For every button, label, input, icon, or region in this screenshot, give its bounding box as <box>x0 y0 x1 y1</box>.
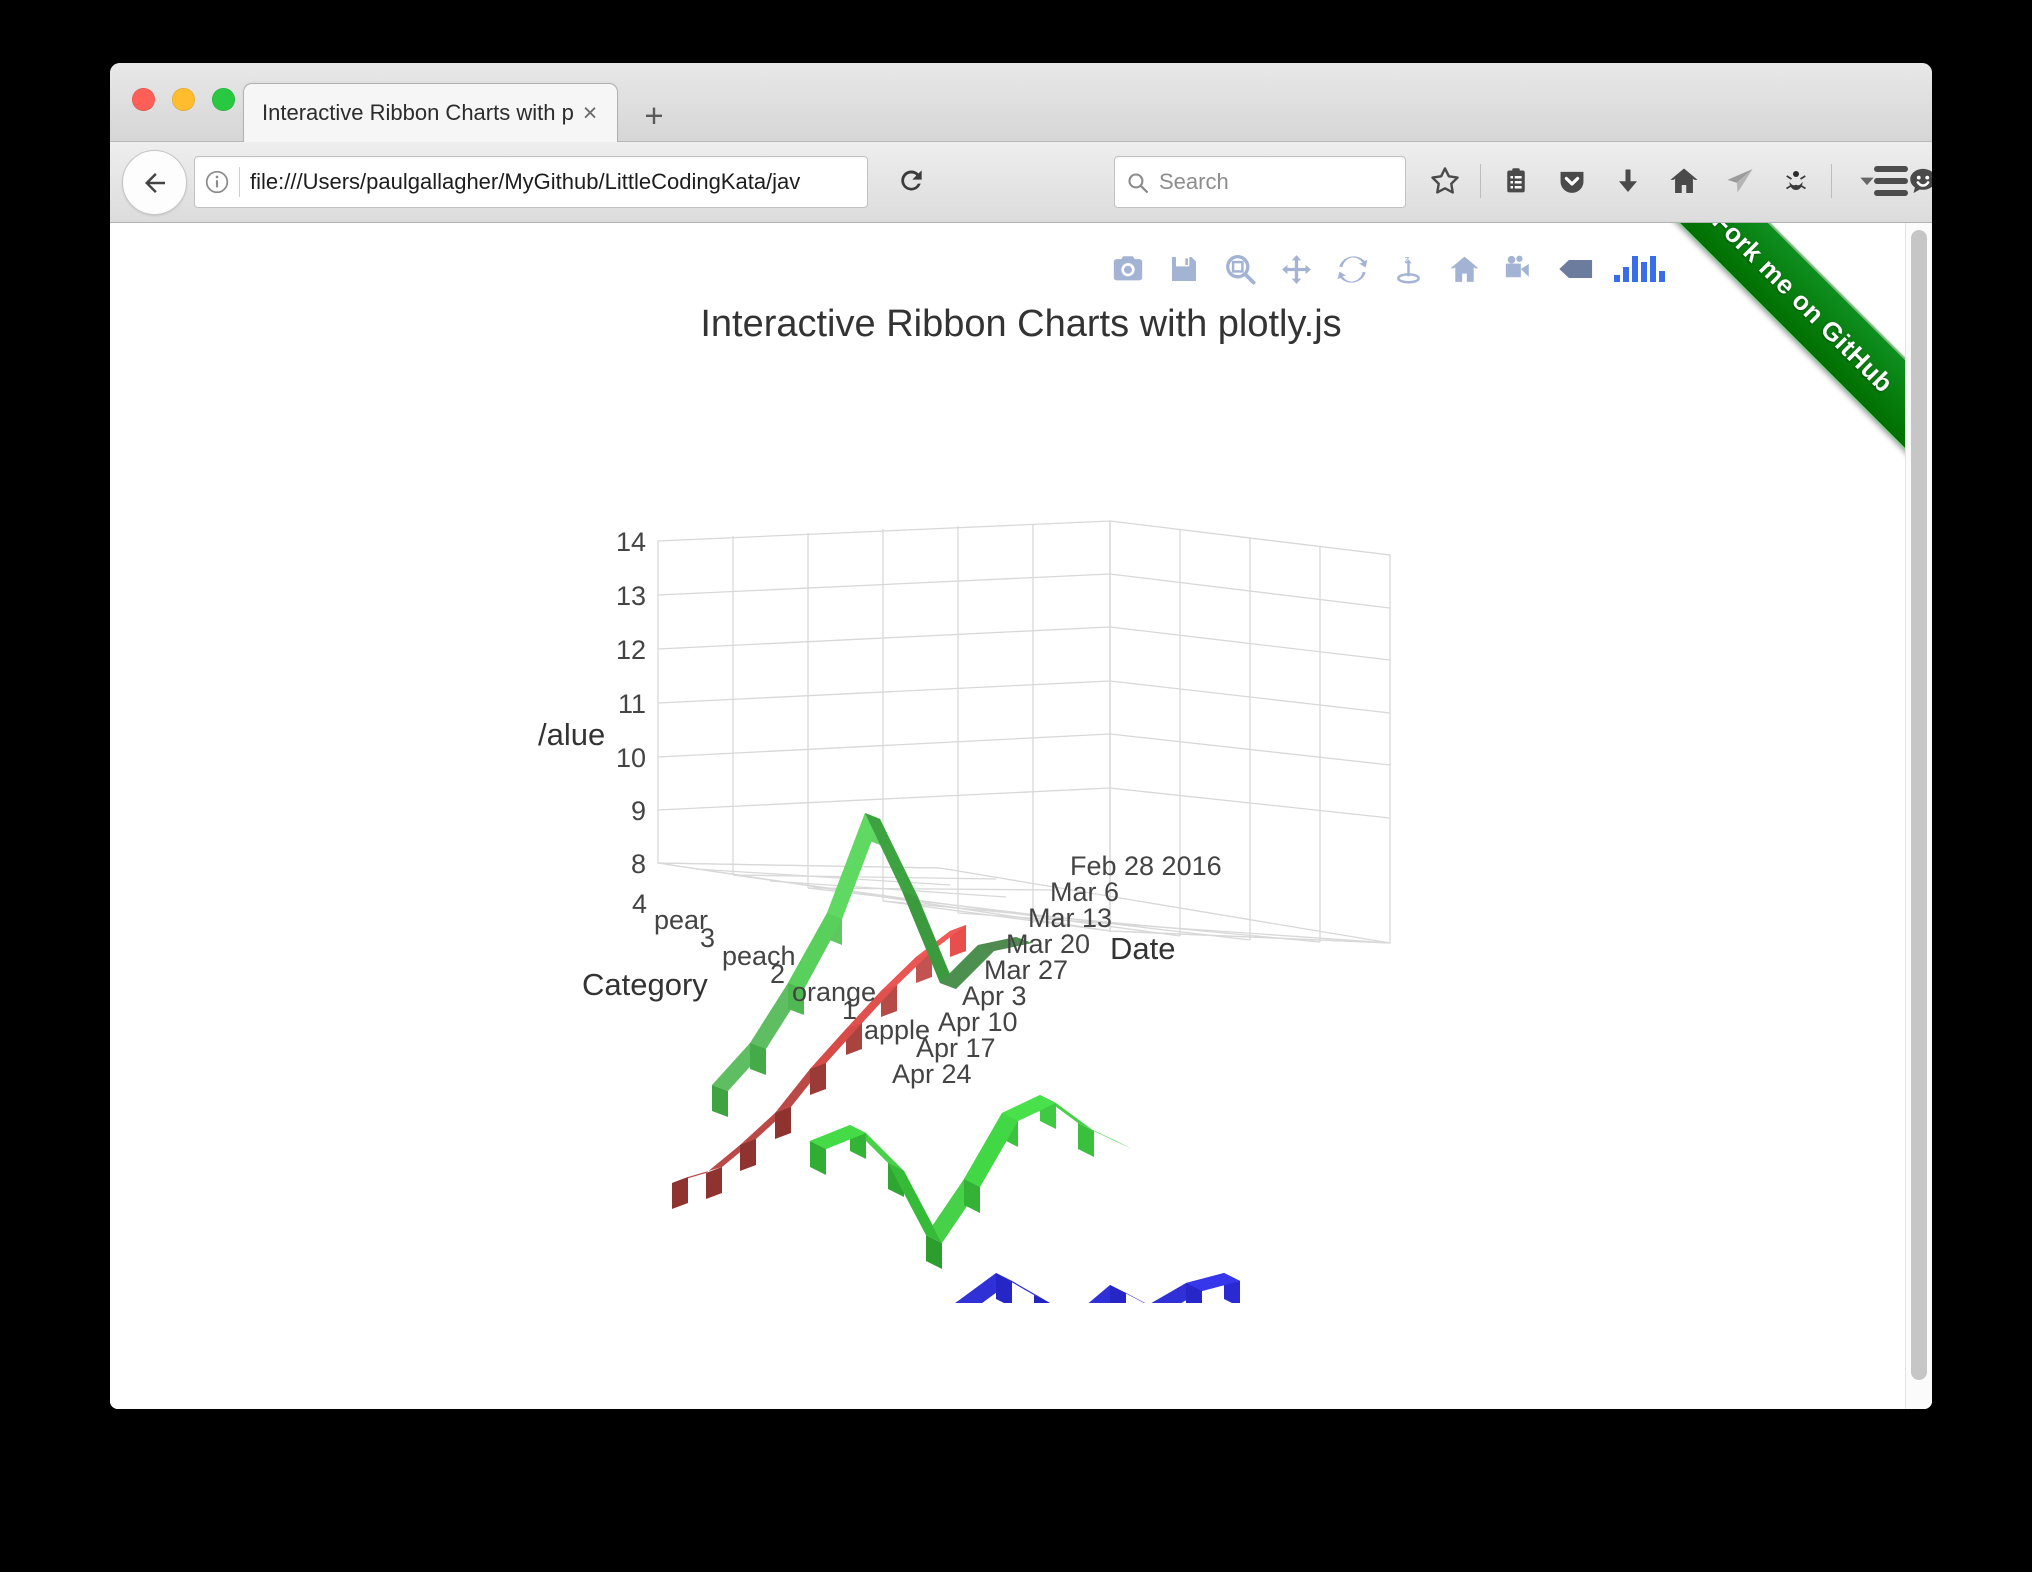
back-arrow-icon <box>144 172 165 193</box>
svg-text:11: 11 <box>618 689 646 719</box>
send-tab-button[interactable] <box>1715 156 1765 206</box>
ribbon-chart-3d[interactable]: 14 13 12 11 10 9 8 /alue 4 pear 3 peach … <box>410 513 1530 1303</box>
home-icon <box>1670 168 1698 193</box>
ribbon-orange[interactable] <box>810 1095 1132 1269</box>
svg-text:1: 1 <box>842 995 857 1025</box>
zoom-icon[interactable] <box>1222 251 1258 287</box>
plotly-modebar: z <box>1110 251 1665 287</box>
reset-camera-default-icon[interactable] <box>1446 251 1482 287</box>
search-placeholder: Search <box>1159 169 1229 194</box>
scrollbar-thumb[interactable] <box>1911 230 1927 1380</box>
page-scrollbar[interactable] <box>1905 223 1932 1409</box>
hover-closest-icon[interactable] <box>1558 251 1594 287</box>
screen: Interactive Ribbon Charts with p... × + <box>0 0 2032 1572</box>
svg-text:10: 10 <box>616 743 646 773</box>
svg-text:9: 9 <box>631 796 646 826</box>
home-button[interactable] <box>1659 156 1709 206</box>
reload-icon <box>901 170 922 191</box>
plot-grid <box>657 520 1391 944</box>
web-page: z Fork me on GitHub Interactive Ribbon C… <box>110 223 1932 1409</box>
svg-text:Apr 24: Apr 24 <box>892 1059 972 1089</box>
new-tab-button[interactable]: + <box>635 96 673 134</box>
svg-text:4: 4 <box>632 889 647 919</box>
orbital-rotation-icon[interactable] <box>1334 251 1370 287</box>
zoom-window-button[interactable] <box>212 88 235 111</box>
search-icon <box>1115 170 1159 195</box>
tab-title: Interactive Ribbon Charts with p... <box>262 100 573 125</box>
browser-window: Interactive Ribbon Charts with p... × + <box>110 63 1932 1409</box>
svg-text:13: 13 <box>616 581 646 611</box>
github-fork-ribbon[interactable]: Fork me on GitHub <box>1627 223 1932 478</box>
paper-plane-icon <box>1727 169 1753 193</box>
reset-camera-last-save-icon[interactable] <box>1502 251 1538 287</box>
page-viewport: z Fork me on GitHub Interactive Ribbon C… <box>110 223 1932 1409</box>
minimize-window-button[interactable] <box>172 88 195 111</box>
bookmark-star-button[interactable] <box>1420 156 1470 206</box>
save-icon[interactable] <box>1166 251 1202 287</box>
svg-text:3: 3 <box>700 923 715 953</box>
pocket-icon <box>1560 171 1584 193</box>
toolbar-icons <box>1420 156 1932 206</box>
pan-icon[interactable] <box>1278 251 1314 287</box>
reading-list-icon <box>1507 168 1525 193</box>
turntable-rotation-icon[interactable]: z <box>1390 251 1426 287</box>
svg-text:14: 14 <box>616 527 646 557</box>
tab-strip: Interactive Ribbon Charts with p... × + <box>110 63 1932 142</box>
browser-tab[interactable]: Interactive Ribbon Charts with p... × <box>243 83 618 142</box>
back-button[interactable] <box>122 150 187 215</box>
svg-text:12: 12 <box>616 635 646 665</box>
download-plot-png-icon[interactable] <box>1110 251 1146 287</box>
close-window-button[interactable] <box>132 88 155 111</box>
svg-text:orange: orange <box>792 977 876 1007</box>
navigation-toolbar: file:///Users/paulgallagher/MyGithub/Lit… <box>110 142 1932 223</box>
downloads-button[interactable] <box>1603 156 1653 206</box>
firebug-icon <box>1786 171 1806 190</box>
toolbar-divider <box>1480 164 1481 198</box>
window-controls <box>132 88 235 111</box>
toolbar-divider-2 <box>1831 164 1832 198</box>
close-tab-icon[interactable]: × <box>573 96 607 130</box>
pocket-button[interactable] <box>1547 156 1597 206</box>
url-text[interactable]: file:///Users/paulgallagher/MyGithub/Lit… <box>240 169 867 195</box>
date-axis-title: Date <box>1110 931 1175 966</box>
plotly-logo-icon[interactable] <box>1614 256 1665 282</box>
page-title: Interactive Ribbon Charts with plotly.js <box>700 303 1342 345</box>
category-axis-title: Category <box>582 967 708 1002</box>
firebug-button[interactable] <box>1771 156 1821 206</box>
reading-list-button[interactable] <box>1491 156 1541 206</box>
site-identity-icon[interactable] <box>195 169 239 195</box>
download-arrow-icon <box>1619 169 1637 192</box>
plot-svg: 14 13 12 11 10 9 8 /alue 4 pear 3 peach … <box>538 520 1391 1303</box>
z-axis-title: /alue <box>538 717 605 752</box>
info-icon <box>205 170 229 194</box>
ribbon-apple[interactable] <box>918 1273 1240 1303</box>
z-axis-ticks: 14 13 12 11 10 9 8 <box>616 527 646 879</box>
hamburger-menu-icon <box>1874 163 1908 199</box>
svg-text:2: 2 <box>770 959 785 989</box>
hamburger-menu-button[interactable] <box>1864 156 1918 206</box>
address-bar[interactable]: file:///Users/paulgallagher/MyGithub/Lit… <box>194 156 868 208</box>
star-icon <box>1431 167 1459 194</box>
svg-text:8: 8 <box>631 849 646 879</box>
reload-button[interactable] <box>885 156 937 206</box>
search-box[interactable]: Search <box>1114 156 1406 208</box>
